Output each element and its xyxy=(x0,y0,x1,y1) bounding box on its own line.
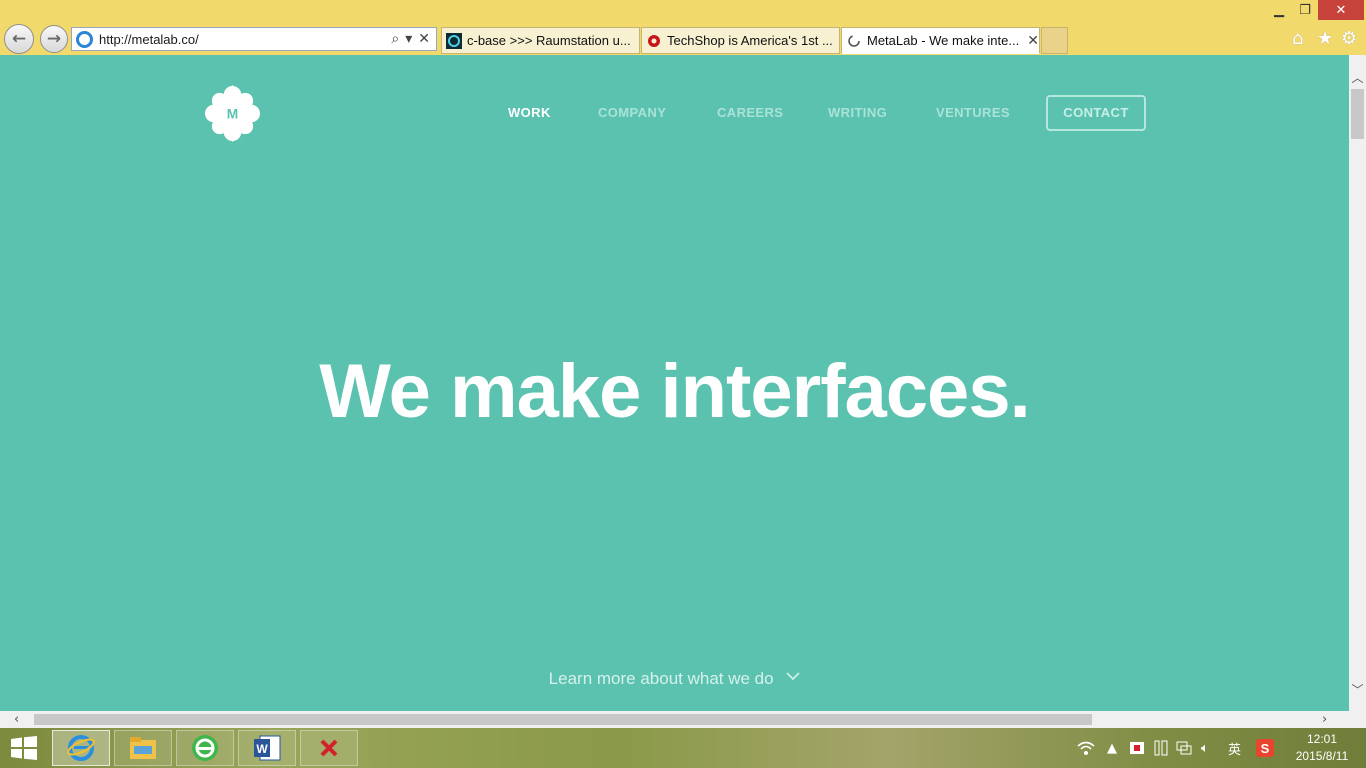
tab-cbase[interactable]: c-base >>> Raumstation u... xyxy=(441,27,640,54)
minimize-button[interactable]: ▁ xyxy=(1268,0,1290,20)
dropdown-arrow-icon[interactable]: ▾ xyxy=(405,31,412,47)
forward-button[interactable]: → xyxy=(40,25,68,53)
volume-icon[interactable]: 🔈︎ xyxy=(1201,728,1209,768)
svg-text:W: W xyxy=(256,742,268,756)
tab-techshop[interactable]: TechShop is America's 1st ... xyxy=(641,27,840,54)
scroll-up-icon[interactable]: ︿ xyxy=(1349,69,1366,86)
horizontal-scrollbar[interactable]: ‹ › xyxy=(0,711,1349,728)
nav-contact-button[interactable]: CONTACT xyxy=(1046,95,1146,131)
main-nav: WORK COMPANY CAREERS WRITING VENTURES CO… xyxy=(0,95,1349,131)
red-x-app-icon xyxy=(320,739,338,757)
settings-gear-icon[interactable]: ⚙ xyxy=(1341,28,1357,49)
tab-title: MetaLab - We make inte... xyxy=(867,33,1020,48)
taskbar-green-app[interactable] xyxy=(176,730,234,766)
address-url[interactable]: http://metalab.co/ xyxy=(99,32,391,47)
scrollbar-corner xyxy=(1349,711,1366,728)
clock-time: 12:01 xyxy=(1306,732,1338,746)
file-explorer-icon xyxy=(130,737,156,759)
security-shield-icon[interactable] xyxy=(1129,728,1145,768)
vertical-scroll-thumb[interactable] xyxy=(1351,89,1364,139)
nav-careers[interactable]: CAREERS xyxy=(717,95,783,131)
windows-start-icon[interactable] xyxy=(10,736,38,760)
tab-title: c-base >>> Raumstation u... xyxy=(467,33,631,48)
vertical-scrollbar[interactable]: ︿ ﹀ xyxy=(1349,55,1366,711)
nav-ventures[interactable]: VENTURES xyxy=(936,95,1010,131)
search-icon[interactable]: ⌕ xyxy=(391,31,399,47)
loading-icon xyxy=(846,33,862,49)
chevron-down-icon xyxy=(786,672,800,681)
new-tab-button[interactable] xyxy=(1041,27,1068,54)
internet-explorer-icon xyxy=(67,735,95,761)
taskbar: W ▲ 🔈︎ 英 S 12:01 2015/8/11 xyxy=(0,728,1366,768)
nav-writing[interactable]: WRITING xyxy=(828,95,887,131)
back-button[interactable]: ← xyxy=(4,24,34,54)
green-app-icon xyxy=(192,735,218,761)
clock-date: 2015/8/11 xyxy=(1295,749,1349,763)
forward-arrow-icon: → xyxy=(46,29,62,49)
horizontal-scroll-thumb[interactable] xyxy=(34,714,1092,725)
taskbar-file-explorer[interactable] xyxy=(114,730,172,766)
ie-page-icon xyxy=(76,30,93,48)
scroll-right-icon[interactable]: › xyxy=(1322,711,1327,728)
ime-indicator[interactable]: 英 xyxy=(1228,728,1241,768)
learn-more-label: Learn more about what we do xyxy=(548,669,774,688)
tab-metalab[interactable]: MetaLab - We make inte... ✕ xyxy=(841,27,1040,54)
hero-title: We make interfaces. xyxy=(319,349,1030,434)
restore-button[interactable]: ❐ xyxy=(1294,0,1316,20)
stop-icon[interactable]: ✕ xyxy=(418,31,430,47)
tab-title: TechShop is America's 1st ... xyxy=(667,33,833,48)
word-icon: W xyxy=(254,735,281,761)
webpage: M WORK COMPANY CAREERS WRITING VENTURES … xyxy=(0,55,1349,711)
close-tab-icon[interactable]: ✕ xyxy=(1027,33,1039,49)
taskbar-red-x-app[interactable] xyxy=(300,730,358,766)
tray-expand-icon[interactable]: ▲ xyxy=(1107,728,1117,768)
taskbar-word[interactable]: W xyxy=(238,730,296,766)
learn-more-link[interactable]: Learn more about what we do xyxy=(0,669,1349,689)
back-arrow-icon: ← xyxy=(11,29,27,49)
cbase-icon xyxy=(446,32,462,49)
nav-company[interactable]: COMPANY xyxy=(598,95,666,131)
close-window-button[interactable]: ✕ xyxy=(1318,0,1364,20)
system-clock[interactable]: 12:01 2015/8/11 xyxy=(1284,731,1360,765)
network-icon[interactable] xyxy=(1176,728,1192,768)
wifi-icon[interactable] xyxy=(1076,728,1096,768)
nav-work[interactable]: WORK xyxy=(508,95,551,131)
taskbar-internet-explorer[interactable] xyxy=(52,730,110,766)
sogou-input-icon[interactable]: S xyxy=(1256,728,1274,768)
favorites-star-icon[interactable]: ★ xyxy=(1317,28,1333,49)
svg-text:S: S xyxy=(1261,741,1270,756)
device-icon[interactable] xyxy=(1153,728,1169,768)
address-bar[interactable]: http://metalab.co/ ⌕ ▾ ✕ xyxy=(71,27,437,51)
scroll-left-icon[interactable]: ‹ xyxy=(14,711,19,728)
home-icon[interactable]: ⌂ xyxy=(1292,28,1303,49)
browser-chrome: ← → http://metalab.co/ ⌕ ▾ ✕ c-base >>> … xyxy=(0,0,1366,55)
scroll-down-icon[interactable]: ﹀ xyxy=(1349,681,1366,698)
gear-icon xyxy=(646,33,662,49)
